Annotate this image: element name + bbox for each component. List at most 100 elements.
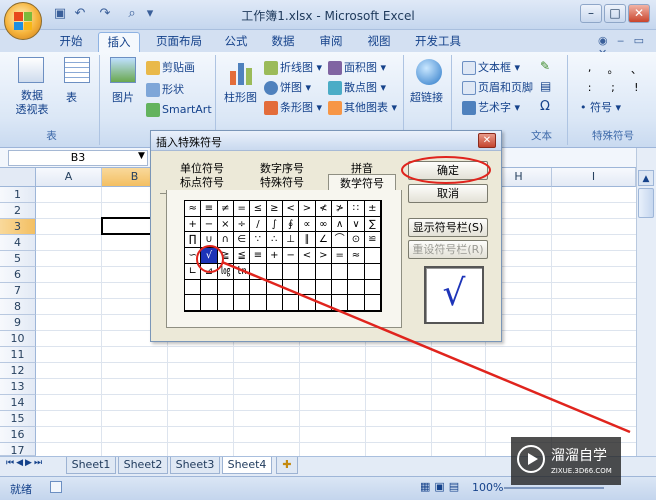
row-header[interactable]: 10 (0, 331, 36, 347)
symbol-cell[interactable]: ⊥ (283, 232, 300, 249)
symbol-cell[interactable] (299, 279, 316, 296)
symbol-cell[interactable] (332, 263, 349, 280)
column-header[interactable]: A (36, 168, 102, 187)
dialog-close-icon[interactable]: ✕ (478, 133, 496, 148)
column-chart-button[interactable]: 柱形图 (224, 89, 257, 105)
maximize-button[interactable]: □ (604, 4, 626, 23)
symbol-cell[interactable]: ∈ (234, 232, 251, 249)
tab-home[interactable]: 开始 (50, 32, 92, 52)
symbol-cell[interactable] (283, 295, 300, 311)
symbol-cell[interactable]: − (201, 216, 218, 233)
symbol-cell[interactable]: ∨ (348, 216, 365, 233)
show-symbol-bar-button[interactable]: 显示符号栏(S) (408, 218, 488, 237)
symbol-cell[interactable]: ≠ (217, 201, 234, 217)
symbol-cell[interactable]: < (283, 201, 300, 217)
symbol-cell[interactable] (266, 279, 283, 296)
ok-button[interactable]: 确定 (408, 161, 488, 180)
symbol-cell[interactable]: = (332, 248, 349, 264)
symbol-cell[interactable] (217, 279, 234, 296)
tab-data[interactable]: 数据 (264, 32, 302, 52)
symbol-grid[interactable]: ≈ ≡ ≠ = ≤ ≥ < > ≮ ≯ ∷ ± + − × ÷ / ∫ ∮ ∝ ∞ ∧ ∨ ∑ ∏ ∪ ∩ ∈ ∵ ∴ ⊥ ∥ ∠ ⌒ ⊙ ≌ ∽ √ ≧ ≦… (184, 200, 382, 312)
tab-number-symbols[interactable]: 数字序号 (250, 162, 314, 175)
clipart-button[interactable]: 剪贴画 (146, 59, 195, 75)
row-header[interactable]: 3 (0, 219, 36, 235)
symbol-cell[interactable]: ∴ (266, 232, 283, 249)
pivot-table-button[interactable]: 数据 透视表 (14, 89, 50, 117)
textbox-button[interactable]: 文本框 ▾ (462, 59, 520, 75)
symbol-cell[interactable]: ∠ (315, 232, 332, 249)
symbol-cell[interactable] (250, 279, 267, 296)
scatter-chart-button[interactable]: 散点图 ▾ (328, 79, 386, 95)
symbol-cell[interactable] (348, 263, 365, 280)
symbol-cell[interactable]: ∪ (201, 232, 218, 249)
tab-insert[interactable]: 插入 (98, 32, 140, 52)
symbol-cell[interactable]: ≌ (364, 232, 381, 249)
symbol-cell[interactable]: ∞ (315, 216, 332, 233)
reset-symbol-bar-button[interactable]: 重设符号栏(R) (408, 240, 488, 259)
symbol-cell[interactable]: ∩ (217, 232, 234, 249)
symbol-cell[interactable] (234, 279, 251, 296)
row-header[interactable]: 4 (0, 235, 36, 251)
tab-formulas[interactable]: 公式 (218, 32, 254, 52)
symbol-cell[interactable] (348, 279, 365, 296)
symbol-cell[interactable]: + (266, 248, 283, 264)
tab-page-layout[interactable]: 页面布局 (148, 32, 210, 52)
special-symbol-palette[interactable]: , 。、 :;! (578, 61, 648, 94)
row-header[interactable]: 7 (0, 283, 36, 299)
symbol-cell[interactable] (217, 295, 234, 311)
row-header[interactable]: 5 (0, 251, 36, 267)
sheet-tab[interactable]: Sheet1 (66, 457, 116, 474)
symbol-cell[interactable] (332, 279, 349, 296)
tab-review[interactable]: 审阅 (312, 32, 350, 52)
symbol-cell[interactable] (315, 295, 332, 311)
row-header[interactable]: 13 (0, 379, 36, 395)
symbol-cell[interactable]: ∧ (332, 216, 349, 233)
symbol-cell[interactable]: ⊙ (348, 232, 365, 249)
symbol-cell[interactable]: × (217, 216, 234, 233)
symbol-cell[interactable]: ∝ (299, 216, 316, 233)
tab-unit-symbols[interactable]: 单位符号 (170, 162, 234, 175)
symbol-cell[interactable] (299, 263, 316, 280)
symbol-cell[interactable]: > (299, 201, 316, 217)
symbol-cell[interactable]: ≈ (348, 248, 365, 264)
row-header[interactable]: 16 (0, 427, 36, 443)
symbol-cell[interactable] (364, 279, 381, 296)
symbol-cell[interactable]: − (283, 248, 300, 264)
symbol-cell[interactable]: ÷ (234, 216, 251, 233)
select-all-corner[interactable] (0, 168, 36, 187)
omega-icon[interactable]: Ω (540, 99, 550, 114)
row-header[interactable]: 2 (0, 203, 36, 219)
symbol-cell[interactable] (299, 295, 316, 311)
name-box[interactable]: B3 (8, 150, 148, 166)
symbol-cell[interactable] (185, 295, 202, 311)
symbol-cell[interactable] (283, 279, 300, 296)
symbol-cell[interactable]: = (234, 201, 251, 217)
symbol-cell[interactable]: ≡ (250, 248, 267, 264)
sheet-tab[interactable]: Sheet3 (170, 457, 220, 474)
tab-special-symbols[interactable]: 特殊符号 (250, 176, 314, 189)
area-chart-button[interactable]: 面积图 ▾ (328, 59, 386, 75)
other-charts-button[interactable]: 其他图表 ▾ (328, 99, 397, 115)
symbol-cell[interactable] (315, 279, 332, 296)
column-header[interactable]: I (552, 168, 636, 187)
symbol-cell[interactable]: ≮ (315, 201, 332, 217)
symbol-cell[interactable] (250, 263, 267, 280)
bar-chart-button[interactable]: 条形图 ▾ (264, 99, 322, 115)
insert-sheet-icon[interactable]: ✚ (276, 457, 298, 474)
minimize-button[interactable]: – (580, 4, 602, 23)
close-button[interactable]: ✕ (628, 4, 650, 23)
symbol-cell[interactable]: ∵ (250, 232, 267, 249)
cancel-button[interactable]: 取消 (408, 184, 488, 203)
tab-view[interactable]: 视图 (360, 32, 398, 52)
zoom-slider[interactable] (504, 487, 604, 489)
symbol-cell[interactable]: ≯ (332, 201, 349, 217)
zoom-level[interactable]: 100% (472, 481, 503, 494)
symbol-cell[interactable]: / (250, 216, 267, 233)
symbol-cell[interactable] (364, 295, 381, 311)
symbol-cell[interactable]: ≈ (185, 201, 202, 217)
scroll-thumb[interactable] (638, 188, 654, 218)
scroll-up-icon[interactable]: ▲ (638, 170, 654, 186)
row-header[interactable]: 17 (0, 443, 36, 456)
symbol-cell[interactable] (348, 295, 365, 311)
symbol-cell[interactable]: < (299, 248, 316, 264)
